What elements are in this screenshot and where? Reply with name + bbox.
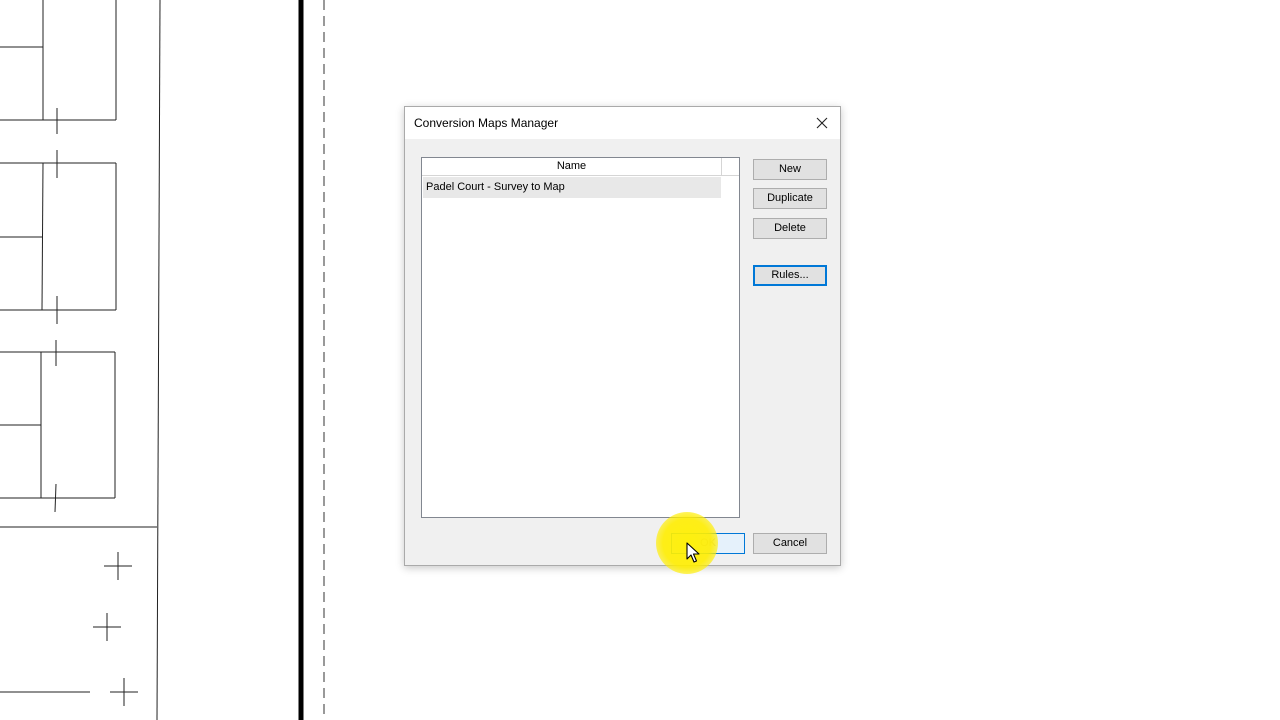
conversion-maps-manager-dialog: Conversion Maps Manager Name Padel Court… xyxy=(404,106,841,566)
rules-button[interactable]: Rules... xyxy=(753,265,827,286)
close-button[interactable] xyxy=(808,110,836,136)
cancel-button[interactable]: Cancel xyxy=(753,533,827,554)
conversion-maps-list[interactable]: Name Padel Court - Survey to Map xyxy=(421,157,740,518)
delete-button[interactable]: Delete xyxy=(753,218,827,239)
duplicate-button[interactable]: Duplicate xyxy=(753,188,827,209)
column-header-name[interactable]: Name xyxy=(422,158,722,175)
new-button[interactable]: New xyxy=(753,159,827,180)
dialog-title: Conversion Maps Manager xyxy=(414,116,559,130)
mouse-pointer-icon xyxy=(686,542,700,563)
floor-plan-lines xyxy=(0,0,161,720)
list-header: Name xyxy=(422,158,739,176)
list-item[interactable]: Padel Court - Survey to Map xyxy=(423,177,721,198)
close-icon xyxy=(816,117,828,129)
dialog-titlebar[interactable]: Conversion Maps Manager xyxy=(405,107,840,139)
